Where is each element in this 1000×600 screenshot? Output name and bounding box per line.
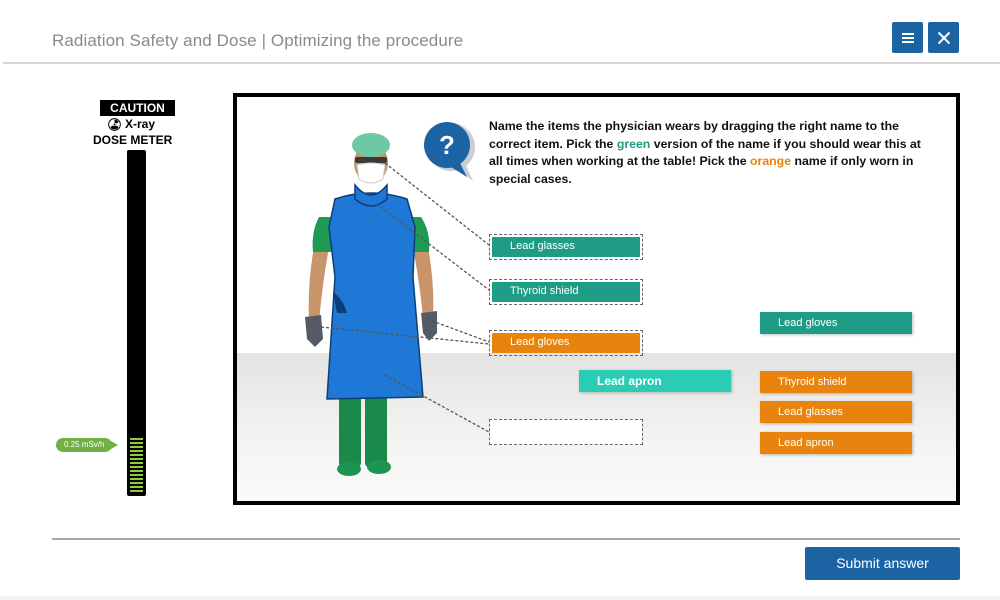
dose-reading-badge: 0.25 mSv/h [56,438,119,452]
dose-meter-segment [130,462,143,464]
dose-meter-segment [130,454,143,456]
submit-answer-button[interactable]: Submit answer [805,547,960,580]
activity-stage: ? Name the items the physician wears by … [233,93,960,505]
placed-tag-thyroid-shield[interactable]: Thyroid shield [492,282,640,302]
xray-label-row: X-ray [108,117,155,131]
page: Radiation Safety and Dose | Optimizing t… [0,0,1000,600]
dose-meter-title: DOSE METER [93,133,173,147]
dose-meter-segment [130,490,143,492]
dose-meter-segment [130,458,143,460]
dose-meter-bar [127,150,146,496]
drop-slot-glasses[interactable]: Lead glasses [489,234,643,260]
dose-meter-segment [130,466,143,468]
close-icon [937,31,950,44]
header-divider [3,62,1000,64]
radiation-icon [108,117,121,131]
drop-slot-apron[interactable] [489,419,643,445]
dose-meter-segment [130,474,143,476]
dose-meter-segment [130,442,143,444]
bank-tag-thyroid-shield-orange[interactable]: Thyroid shield [760,371,912,393]
green-keyword: green [616,136,651,151]
orange-keyword: orange [750,154,792,168]
drop-slot-thyroid[interactable]: Thyroid shield [489,279,643,305]
dose-meter-fill [130,438,143,492]
caution-label: CAUTION [100,100,175,116]
dose-meter-segment [130,450,143,452]
bank-tag-lead-gloves-green[interactable]: Lead gloves [760,312,912,334]
dose-meter-segment [130,446,143,448]
dose-meter-segment [130,478,143,480]
page-title: Radiation Safety and Dose | Optimizing t… [52,31,464,50]
dose-meter-segment [130,486,143,488]
close-button[interactable] [928,22,959,53]
menu-button[interactable] [892,22,923,53]
drop-slot-gloves[interactable]: Lead gloves [489,330,643,356]
question-bubble-icon: ? [424,122,475,181]
bank-tag-lead-apron-orange[interactable]: Lead apron [760,432,912,454]
bottom-band [0,596,1000,600]
dose-meter-segment [130,470,143,472]
bank-tag-lead-glasses-orange[interactable]: Lead glasses [760,401,912,423]
footer-divider [52,538,960,540]
hamburger-menu-icon [901,32,914,43]
placed-tag-lead-gloves[interactable]: Lead gloves [492,333,640,353]
instruction-text: Name the items the physician wears by dr… [489,118,929,188]
dose-meter-segment [130,438,143,440]
placed-tag-lead-glasses[interactable]: Lead glasses [492,237,640,257]
svg-text:?: ? [439,130,455,160]
xray-label: X-ray [125,117,156,131]
dose-meter-segment [130,482,143,484]
dragging-tag-lead-apron[interactable]: Lead apron [579,370,731,392]
